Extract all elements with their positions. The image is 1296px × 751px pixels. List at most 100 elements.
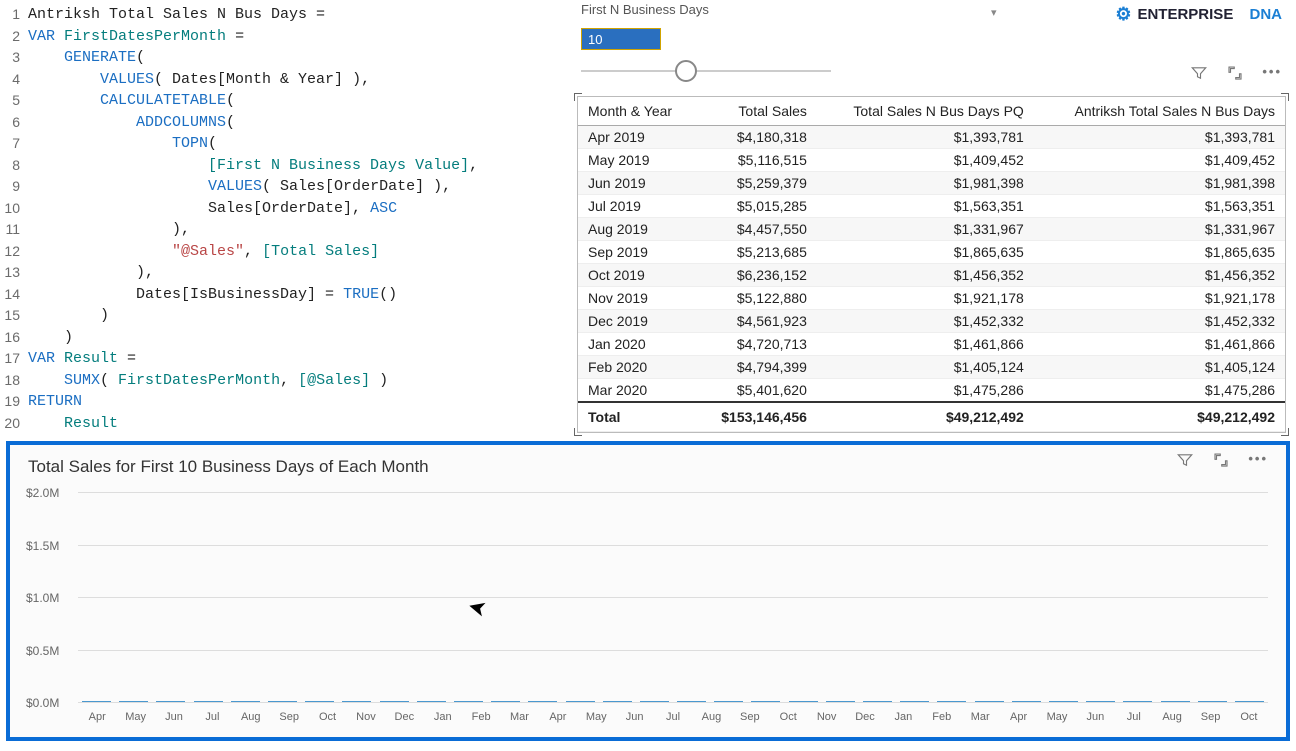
code-line[interactable]: 13 ), xyxy=(0,262,575,284)
report-canvas: ⚙ ENTERPRISE DNA First N Business Days ▾… xyxy=(575,0,1296,435)
cell: $1,409,452 xyxy=(817,149,1034,172)
chart-plot-area: $0.0M$0.5M$1.0M$1.5M$2.0M xyxy=(78,493,1268,703)
line-number: 16 xyxy=(0,327,28,349)
code-line[interactable]: 9 VALUES( Sales[OrderDate] ), xyxy=(0,176,575,198)
code-line[interactable]: 2VAR FirstDatesPerMonth = xyxy=(0,26,575,48)
table-row[interactable]: Nov 2019$5,122,880$1,921,178$1,921,178 xyxy=(578,287,1285,310)
y-axis-label: $0.5M xyxy=(26,644,59,658)
filter-icon[interactable] xyxy=(1176,451,1194,469)
cell: $1,409,452 xyxy=(1034,149,1285,172)
code-line[interactable]: 10 Sales[OrderDate], ASC xyxy=(0,198,575,220)
resize-handle[interactable] xyxy=(1281,428,1289,436)
column-header[interactable]: Total Sales xyxy=(697,97,817,126)
code-line[interactable]: 6 ADDCOLUMNS( xyxy=(0,112,575,134)
x-axis-label: Oct xyxy=(769,711,807,723)
slicer-value-input[interactable] xyxy=(581,28,661,50)
cell: $1,452,332 xyxy=(817,310,1034,333)
x-axis-label: Apr xyxy=(539,711,577,723)
code-line[interactable]: 20 Result xyxy=(0,413,575,435)
x-axis-label: Jun xyxy=(155,711,193,723)
line-number: 17 xyxy=(0,348,28,370)
resize-handle[interactable] xyxy=(1281,93,1289,101)
x-axis-label: Jan xyxy=(424,711,462,723)
column-header[interactable]: Month & Year xyxy=(578,97,697,126)
table-visual[interactable]: Month & YearTotal SalesTotal Sales N Bus… xyxy=(577,96,1286,433)
line-number: 12 xyxy=(0,241,28,263)
table-row[interactable]: Jun 2019$5,259,379$1,981,398$1,981,398 xyxy=(578,172,1285,195)
chevron-down-icon[interactable]: ▾ xyxy=(991,6,997,19)
cell: $1,563,351 xyxy=(1034,195,1285,218)
table-row[interactable]: Dec 2019$4,561,923$1,452,332$1,452,332 xyxy=(578,310,1285,333)
code-line[interactable]: 16 ) xyxy=(0,327,575,349)
table-row[interactable]: Sep 2019$5,213,685$1,865,635$1,865,635 xyxy=(578,241,1285,264)
cell: Apr 2019 xyxy=(578,126,697,149)
line-number: 13 xyxy=(0,262,28,284)
cell: $4,794,399 xyxy=(697,356,817,379)
dax-editor[interactable]: 1Antriksh Total Sales N Bus Days =2VAR F… xyxy=(0,0,575,435)
y-axis-label: $0.0M xyxy=(26,696,59,710)
code-line[interactable]: 7 TOPN( xyxy=(0,133,575,155)
code-line[interactable]: 3 GENERATE( xyxy=(0,47,575,69)
cell: $1,331,967 xyxy=(817,218,1034,241)
x-axis-label: Oct xyxy=(1230,711,1268,723)
bar-chart-visual[interactable]: ••• Total Sales for First 10 Business Da… xyxy=(6,441,1290,741)
table-row[interactable]: Feb 2020$4,794,399$1,405,124$1,405,124 xyxy=(578,356,1285,379)
table-row[interactable]: Oct 2019$6,236,152$1,456,352$1,456,352 xyxy=(578,264,1285,287)
gridline xyxy=(78,702,1268,703)
code-line[interactable]: 5 CALCULATETABLE( xyxy=(0,90,575,112)
code-line[interactable]: 11 ), xyxy=(0,219,575,241)
table-row[interactable]: Apr 2019$4,180,318$1,393,781$1,393,781 xyxy=(578,126,1285,149)
code-line[interactable]: 1Antriksh Total Sales N Bus Days = xyxy=(0,4,575,26)
code-line[interactable]: 17VAR Result = xyxy=(0,348,575,370)
line-number: 1 xyxy=(0,4,28,26)
code-line[interactable]: 8 [First N Business Days Value], xyxy=(0,155,575,177)
cell: $1,405,124 xyxy=(817,356,1034,379)
cell: $1,475,286 xyxy=(1034,379,1285,403)
cell: $1,865,635 xyxy=(1034,241,1285,264)
focus-mode-icon[interactable] xyxy=(1226,64,1244,82)
x-axis-label: Apr xyxy=(999,711,1037,723)
cell: Oct 2019 xyxy=(578,264,697,287)
table-row[interactable]: Jul 2019$5,015,285$1,563,351$1,563,351 xyxy=(578,195,1285,218)
table-row[interactable]: May 2019$5,116,515$1,409,452$1,409,452 xyxy=(578,149,1285,172)
dna-icon: ⚙ xyxy=(1115,4,1131,25)
x-axis-label: Sep xyxy=(1191,711,1229,723)
code-line[interactable]: 14 Dates[IsBusinessDay] = TRUE() xyxy=(0,284,575,306)
column-header[interactable]: Antriksh Total Sales N Bus Days xyxy=(1034,97,1285,126)
more-options-icon[interactable]: ••• xyxy=(1248,451,1268,469)
code-line[interactable]: 18 SUMX( FirstDatesPerMonth, [@Sales] ) xyxy=(0,370,575,392)
line-number: 7 xyxy=(0,133,28,155)
cell: Jan 2020 xyxy=(578,333,697,356)
code-line[interactable]: 4 VALUES( Dates[Month & Year] ), xyxy=(0,69,575,91)
cell: $1,461,866 xyxy=(817,333,1034,356)
total-cell: $49,212,492 xyxy=(1034,402,1285,432)
table-row[interactable]: Aug 2019$4,457,550$1,331,967$1,331,967 xyxy=(578,218,1285,241)
resize-handle[interactable] xyxy=(574,93,582,101)
cell: $1,563,351 xyxy=(817,195,1034,218)
filter-icon[interactable] xyxy=(1190,64,1208,82)
chart-title: Total Sales for First 10 Business Days o… xyxy=(28,457,1270,477)
cell: Feb 2020 xyxy=(578,356,697,379)
cell: Dec 2019 xyxy=(578,310,697,333)
code-line[interactable]: 12 "@Sales", [Total Sales] xyxy=(0,241,575,263)
cell: $4,720,713 xyxy=(697,333,817,356)
x-axis-label: May xyxy=(577,711,615,723)
total-cell: Total xyxy=(578,402,697,432)
x-axis-label: Jun xyxy=(1076,711,1114,723)
table-row[interactable]: Mar 2020$5,401,620$1,475,286$1,475,286 xyxy=(578,379,1285,403)
cell: Aug 2019 xyxy=(578,218,697,241)
slicer-slider-thumb[interactable] xyxy=(675,60,697,82)
code-line[interactable]: 19RETURN xyxy=(0,391,575,413)
column-header[interactable]: Total Sales N Bus Days PQ xyxy=(817,97,1034,126)
resize-handle[interactable] xyxy=(574,428,582,436)
more-options-icon[interactable]: ••• xyxy=(1262,64,1282,82)
slicer-slider-track[interactable] xyxy=(581,70,831,72)
chart-toolbar: ••• xyxy=(1176,451,1268,469)
focus-mode-icon[interactable] xyxy=(1212,451,1230,469)
cell: Jul 2019 xyxy=(578,195,697,218)
x-axis-label: Jul xyxy=(654,711,692,723)
cell: $1,921,178 xyxy=(817,287,1034,310)
total-cell: $49,212,492 xyxy=(817,402,1034,432)
table-row[interactable]: Jan 2020$4,720,713$1,461,866$1,461,866 xyxy=(578,333,1285,356)
code-line[interactable]: 15 ) xyxy=(0,305,575,327)
